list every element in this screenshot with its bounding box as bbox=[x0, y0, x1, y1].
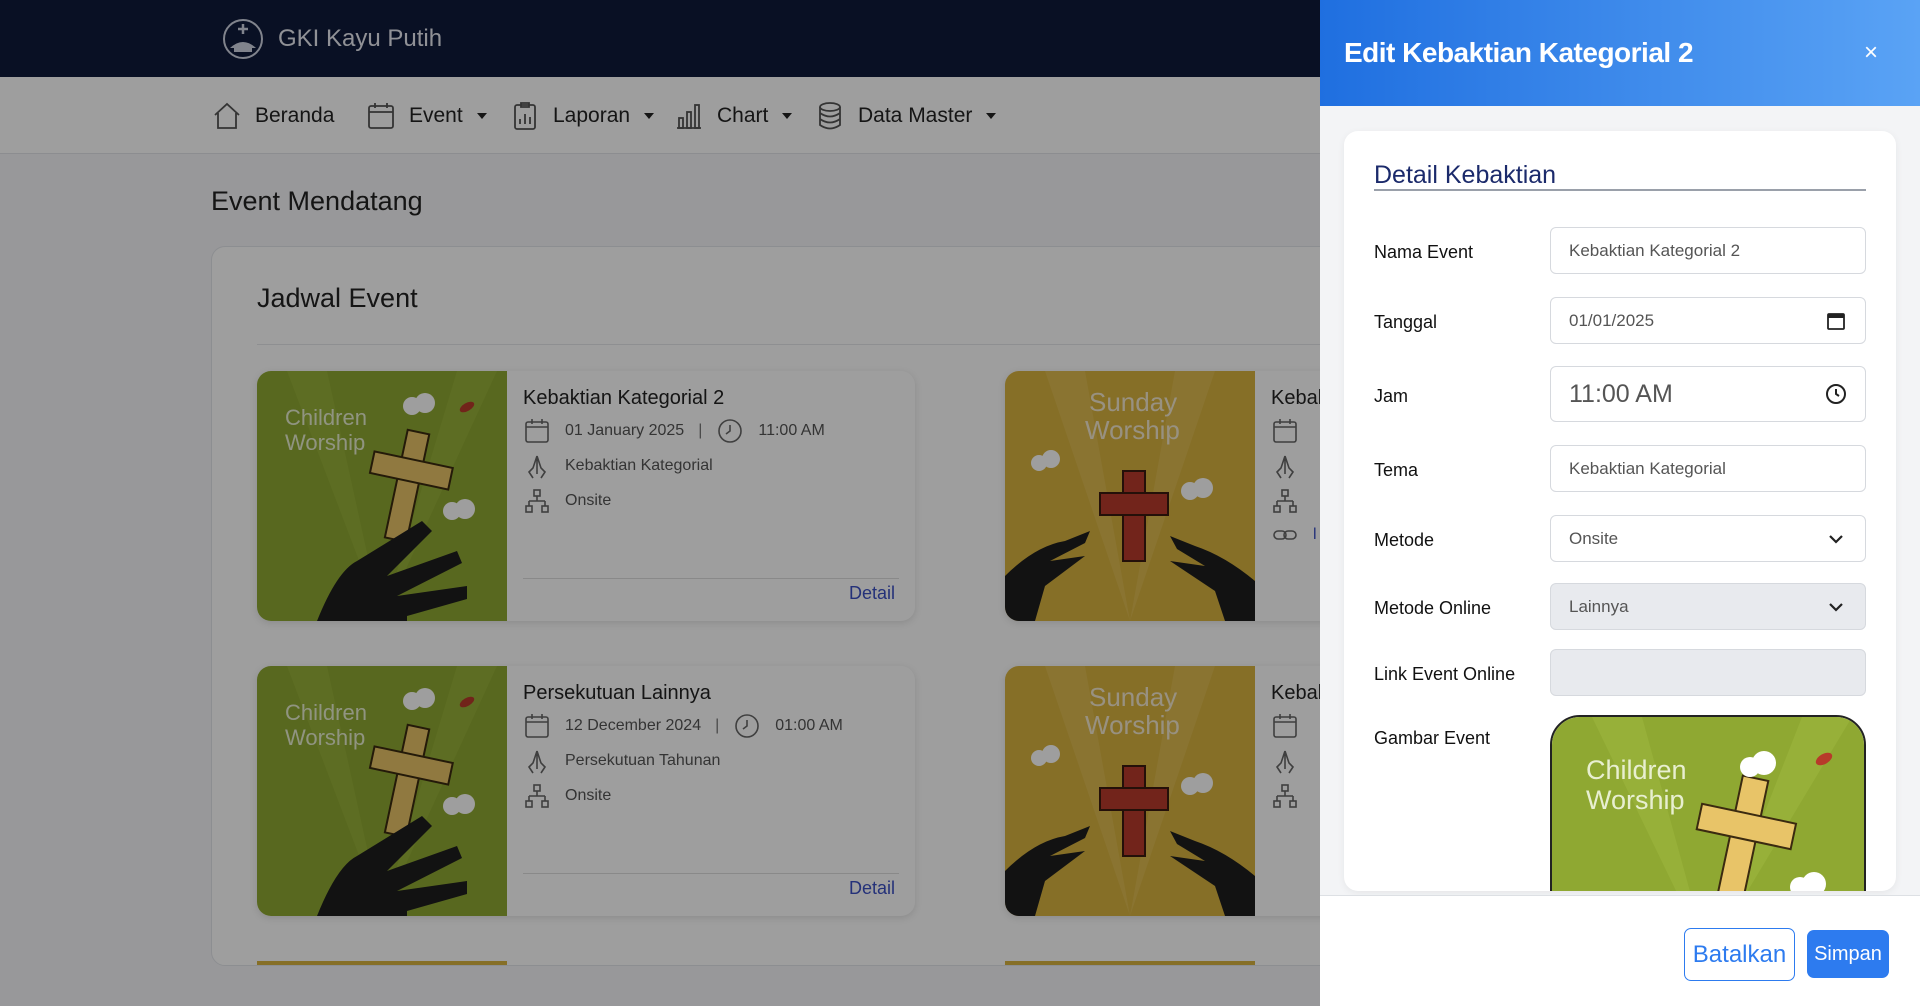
panel-footer: Batalkan Simpan bbox=[1320, 895, 1920, 1006]
section-title: Detail Kebaktian bbox=[1374, 161, 1557, 189]
field-label: Tema bbox=[1374, 460, 1419, 480]
event-image: Children Worship bbox=[1552, 717, 1864, 891]
link-event-online-input bbox=[1550, 649, 1866, 696]
field-label: Nama Event bbox=[1374, 242, 1474, 262]
field-label: Gambar Event bbox=[1374, 728, 1491, 748]
tanggal-date-input[interactable]: 01/01/2025 bbox=[1550, 297, 1866, 344]
metode-online-select: Lainnya bbox=[1550, 583, 1866, 630]
image-text: Worship bbox=[1586, 785, 1685, 815]
metode-select[interactable]: Onsite bbox=[1550, 515, 1866, 562]
clock-icon[interactable] bbox=[1825, 383, 1847, 405]
edit-event-panel: Edit Kebaktian Kategorial 2 × Detail Keb… bbox=[1320, 0, 1920, 1006]
chevron-down-icon bbox=[1829, 602, 1843, 612]
field-label: Metode bbox=[1374, 530, 1435, 550]
field-label: Tanggal bbox=[1374, 312, 1438, 332]
chevron-down-icon bbox=[1829, 534, 1843, 544]
field-label: Link Event Online bbox=[1374, 664, 1516, 684]
close-icon[interactable]: × bbox=[1858, 40, 1884, 66]
calendar-icon[interactable] bbox=[1825, 310, 1847, 332]
panel-header: Edit Kebaktian Kategorial 2 × bbox=[1320, 0, 1920, 106]
panel-title: Edit Kebaktian Kategorial 2 bbox=[1344, 37, 1694, 68]
divider bbox=[1374, 189, 1866, 191]
jam-time-input[interactable]: 11:00 AM bbox=[1550, 366, 1866, 422]
field-label: Metode Online bbox=[1374, 598, 1492, 618]
image-text: Children bbox=[1586, 755, 1687, 785]
event-image-preview[interactable]: Children Worship bbox=[1550, 715, 1866, 891]
tema-input[interactable]: Kebaktian Kategorial bbox=[1550, 445, 1866, 492]
nama-event-input[interactable]: Kebaktian Kategorial 2 bbox=[1550, 227, 1866, 274]
cancel-button[interactable]: Batalkan bbox=[1684, 928, 1795, 981]
field-label: Jam bbox=[1374, 386, 1409, 406]
form-card: Detail Kebaktian Nama Event Kebaktian Ka… bbox=[1344, 131, 1896, 891]
save-button[interactable]: Simpan bbox=[1807, 930, 1889, 978]
